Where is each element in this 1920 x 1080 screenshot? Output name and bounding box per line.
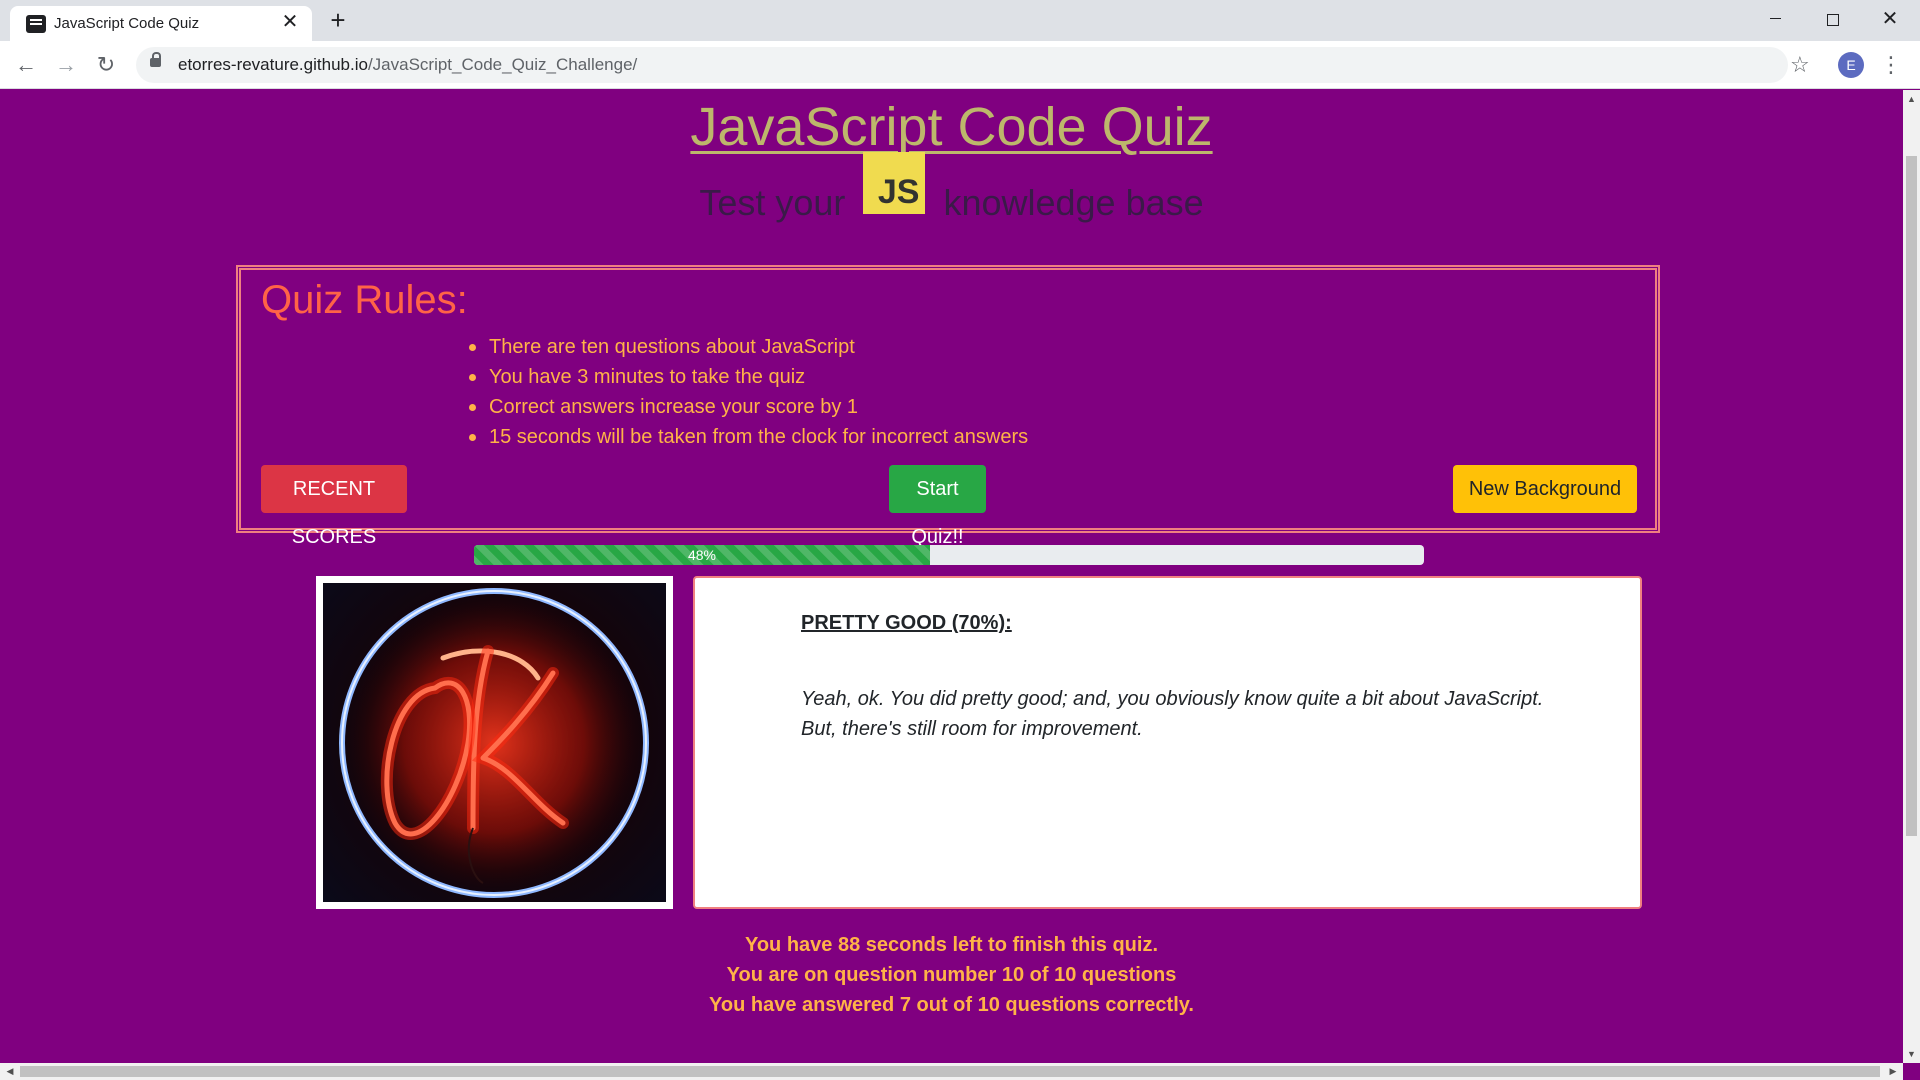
result-description: Yeah, ok. You did pretty good; and, you … — [801, 688, 1544, 740]
rule-item: You have 3 minutes to take the quiz — [467, 362, 1028, 392]
result-card: PRETTY GOOD (70%): Yeah, ok. You did pre… — [693, 576, 1642, 909]
browser-toolbar: ← → ↻ etorres-revature.github.io/JavaScr… — [0, 41, 1920, 89]
js-logo: JS — [863, 152, 926, 214]
question-number-text: You are on question number 10 of 10 ques… — [726, 964, 1177, 986]
url-text: etorres-revature.github.io/JavaScript_Co… — [178, 55, 638, 74]
page-subtitle: Test your JS knowledge base — [0, 152, 1903, 224]
result-image — [316, 576, 673, 909]
horizontal-scroll-thumb[interactable] — [20, 1066, 1880, 1077]
scroll-up-arrow-icon[interactable]: ▲ — [1906, 92, 1917, 106]
scroll-down-arrow-icon[interactable]: ▼ — [1906, 1047, 1917, 1061]
forward-arrow-icon[interactable]: → — [52, 51, 80, 79]
scroll-left-arrow-icon[interactable]: ◀ — [3, 1065, 17, 1078]
lock-icon — [150, 52, 161, 67]
time-left-text: You have 88 seconds left to finish this … — [744, 934, 1159, 956]
tab-title: JavaScript Code Quiz — [54, 15, 200, 32]
neon-ok-sign — [323, 583, 666, 902]
rule-item: There are ten questions about JavaScript — [467, 332, 1028, 362]
browser-tab-bar: JavaScript Code Quiz ✕ + ✕ — [0, 0, 1920, 41]
vertical-scrollbar[interactable]: ▲ ▼ — [1903, 90, 1920, 1063]
progress-fill: 48% — [474, 545, 930, 565]
new-background-button[interactable]: New Background — [1453, 465, 1637, 513]
bookmark-star-icon[interactable]: ☆ — [1790, 51, 1810, 79]
browser-tab[interactable]: JavaScript Code Quiz ✕ — [10, 6, 312, 41]
profile-avatar[interactable]: E — [1838, 52, 1864, 78]
rule-item: Correct answers increase your score by 1 — [467, 392, 1028, 422]
rule-item: 15 seconds will be taken from the clock … — [467, 422, 1028, 452]
subtitle-prefix: Test your — [699, 182, 846, 223]
quiz-progress-bar: 48% — [474, 545, 1424, 565]
neon-sign-graphic — [339, 588, 649, 898]
subtitle-suffix: knowledge base — [943, 182, 1204, 223]
address-bar[interactable]: etorres-revature.github.io/JavaScript_Co… — [136, 47, 1788, 83]
start-quiz-button[interactable]: Start Quiz!! — [889, 465, 986, 548]
rules-title: Quiz Rules: — [261, 278, 468, 322]
page-title: JavaScript Code Quiz — [690, 97, 1213, 157]
horizontal-scrollbar[interactable]: ◀ ▶ — [0, 1063, 1903, 1080]
browser-menu-icon[interactable]: ⋮ — [1880, 51, 1902, 79]
recent-scores-button[interactable]: RECENT SCORES — [261, 465, 407, 548]
quiz-rules-panel: Quiz Rules: There are ten questions abou… — [236, 265, 1660, 548]
rules-list: There are ten questions about JavaScript… — [467, 332, 1028, 452]
close-tab-icon[interactable]: ✕ — [278, 10, 302, 34]
scroll-right-arrow-icon[interactable]: ▶ — [1886, 1065, 1900, 1078]
reload-icon[interactable]: ↻ — [92, 51, 120, 79]
vertical-scroll-thumb[interactable] — [1906, 156, 1917, 836]
page-content: JavaScript Code Quiz Test your JS knowle… — [0, 90, 1903, 1063]
close-window-button[interactable]: ✕ — [1862, 0, 1918, 38]
correct-count-text: You have answered 7 out of 10 questions … — [709, 994, 1194, 1016]
quiz-status: You have 88 seconds left to finish this … — [0, 930, 1903, 1020]
minimize-window-button[interactable] — [1748, 0, 1804, 38]
back-arrow-icon[interactable]: ← — [12, 51, 40, 79]
restore-window-button[interactable] — [1804, 0, 1860, 38]
new-tab-button[interactable]: + — [324, 6, 352, 34]
quiz-favicon-icon — [26, 15, 46, 33]
result-heading: PRETTY GOOD (70%): — [801, 612, 1012, 634]
